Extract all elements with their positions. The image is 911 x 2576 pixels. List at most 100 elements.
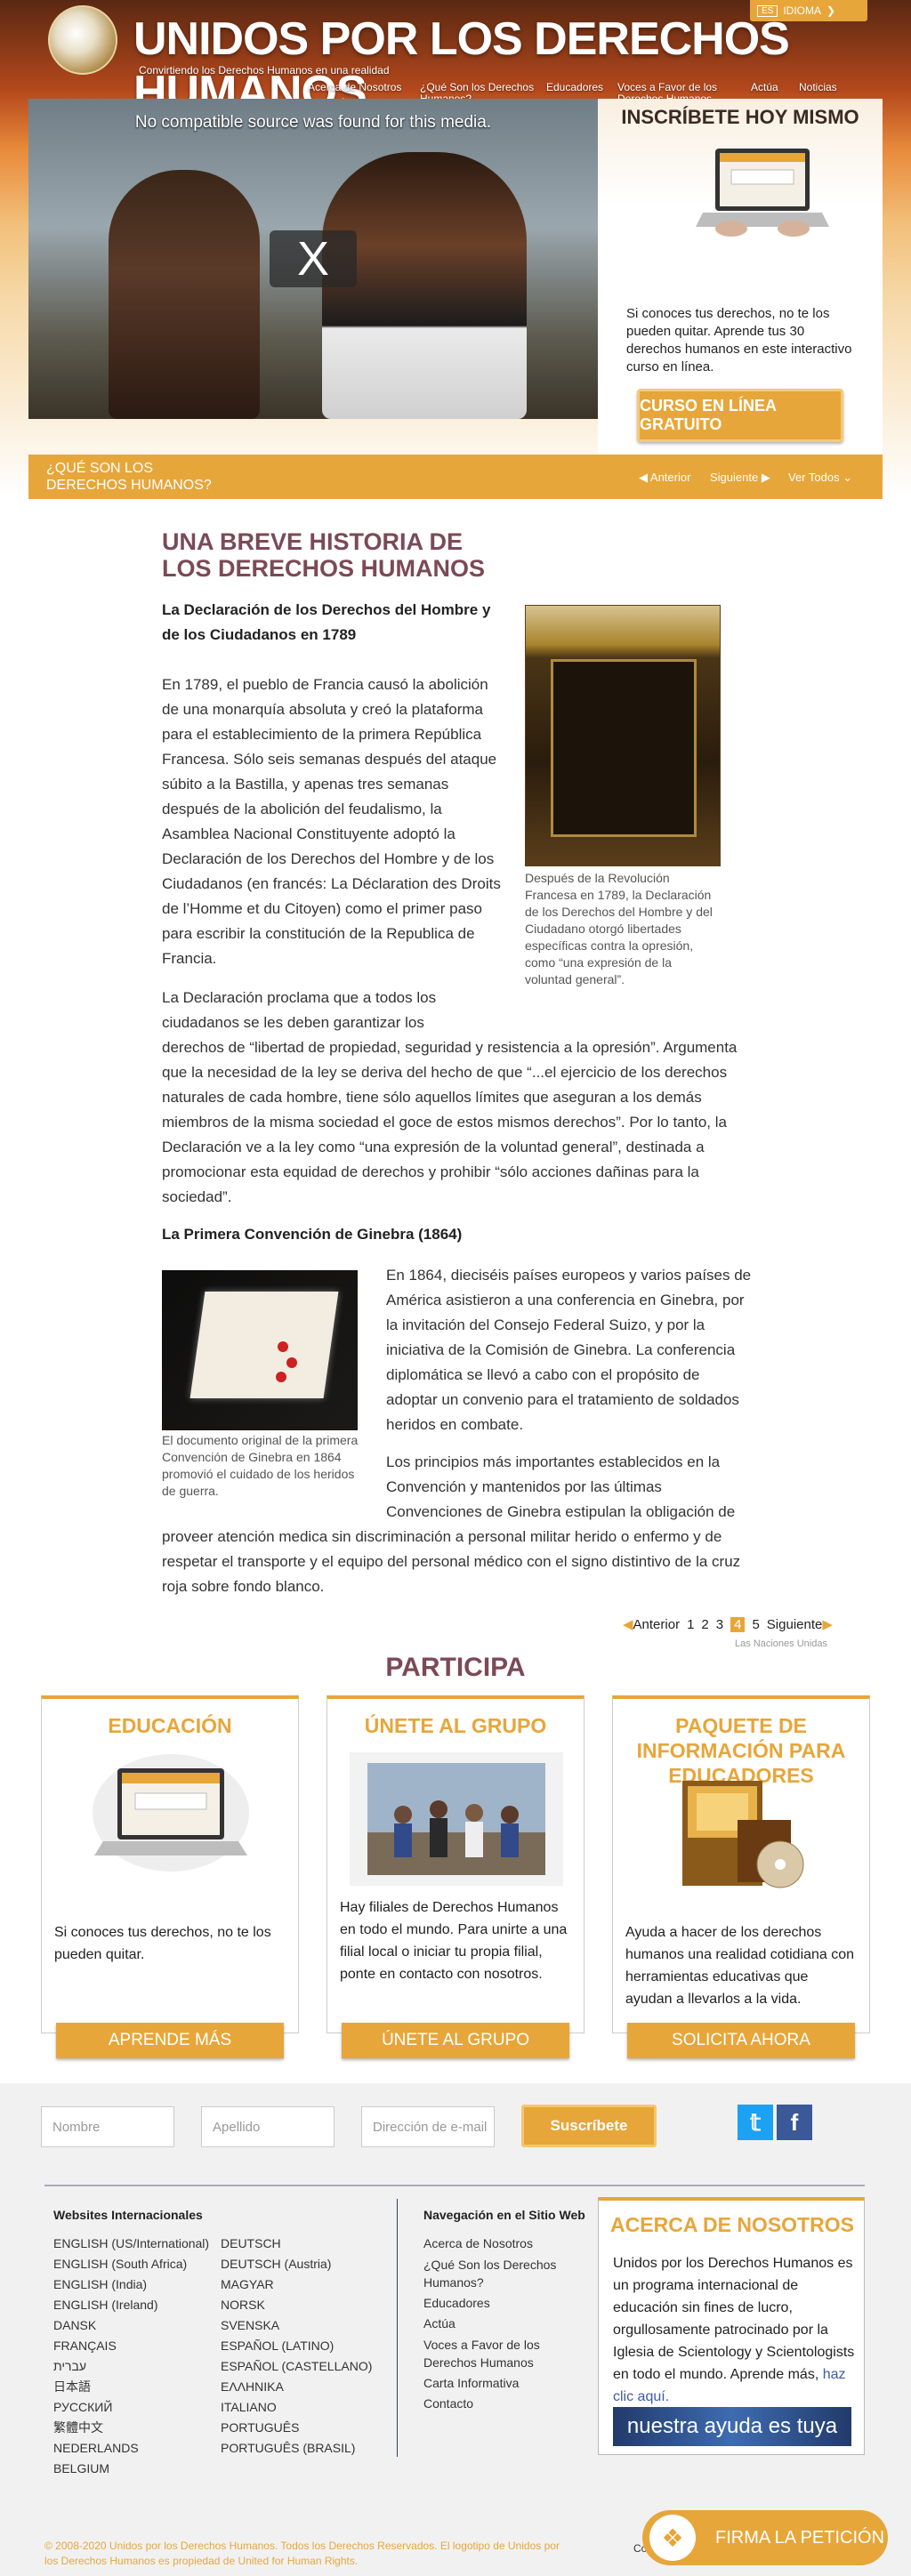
about-box: ACERCA DE NOSOTROS Unidos por los Derech…: [598, 2197, 865, 2455]
article-paragraph-2b: derechos de “libertad de propiedad, segu…: [162, 1039, 738, 1205]
section-next-link[interactable]: Siguiente ▶: [710, 471, 770, 485]
intl-link[interactable]: ITALIANO: [221, 2397, 390, 2418]
twitter-icon[interactable]: 𝕥: [738, 2105, 773, 2140]
intl-link[interactable]: DEUTSCH: [221, 2234, 390, 2254]
section-prev-label: Anterior: [649, 471, 691, 484]
signup-text: Si conoces tus derechos, no te los puede…: [626, 306, 852, 374]
last-name-input[interactable]: Apellido: [201, 2106, 335, 2147]
intl-link[interactable]: ESPAÑOL (CASTELLANO): [221, 2356, 390, 2377]
language-label: IDIOMA: [783, 4, 822, 17]
dove-icon: ❖: [649, 2515, 696, 2561]
site-nav-links: Acerca de Nosotros ¿Qué Son los Derechos…: [423, 2234, 575, 2414]
footer-nav-link[interactable]: Carta Informativa: [423, 2373, 575, 2394]
intl-link[interactable]: DEUTSCH (Austria): [221, 2254, 390, 2274]
footer-nav-link[interactable]: Actúa: [423, 2314, 575, 2334]
intl-link[interactable]: PORTUGUÊS: [221, 2418, 390, 2438]
page-link-2[interactable]: 2: [701, 1617, 708, 1632]
video-close-button[interactable]: X: [270, 230, 357, 287]
section-label[interactable]: ¿QUÉ SON LOS DERECHOS HUMANOS?: [46, 460, 224, 494]
pagination-next-label: Siguiente: [766, 1617, 823, 1632]
join-group-button[interactable]: ÚNETE AL GRUPO: [342, 2023, 569, 2058]
page-link-1[interactable]: 1: [687, 1617, 694, 1632]
video-error-message: No compatible source was found for this …: [134, 113, 492, 132]
intl-link[interactable]: עברית: [53, 2356, 222, 2377]
section-view-all-link[interactable]: Ver Todos ⌄: [788, 471, 852, 485]
intl-sites-heading: Websites Internacionales: [53, 2208, 203, 2222]
intl-link[interactable]: ENGLISH (US/International): [53, 2234, 222, 2254]
intl-link[interactable]: 日本語: [53, 2377, 222, 2397]
intl-link[interactable]: ENGLISH (South Africa): [53, 2254, 222, 2274]
educator-package-image: [682, 1781, 804, 1888]
first-name-input[interactable]: Nombre: [41, 2106, 174, 2147]
intl-link[interactable]: РУССКИЙ: [53, 2397, 222, 2418]
pagination-prev-label: Anterior: [633, 1617, 681, 1632]
intl-link[interactable]: 繁體中文: [53, 2418, 222, 2438]
participa-heading: PARTICIPA: [385, 1653, 526, 1682]
language-selector[interactable]: ES IDIOMA ❯: [750, 0, 867, 21]
about-title: ACERCA DE NOSOTROS: [610, 2213, 854, 2236]
help-banner[interactable]: nuestra ayuda es tuya: [613, 2407, 851, 2446]
intl-link[interactable]: ESPAÑOL (LATINO): [221, 2336, 390, 2356]
intl-sites-column-2: DEUTSCH DEUTSCH (Austria) MAGYAR NORSK S…: [221, 2234, 390, 2459]
pagination: ◀Anterior 1 2 3 4 5 Siguiente▶: [623, 1616, 833, 1632]
section-prev-link[interactable]: ◀ Anterior: [639, 471, 690, 485]
page-current[interactable]: 4: [730, 1616, 746, 1632]
signup-panel: INSCRÍBETE HOY MISMO Si conoces tus dere…: [598, 99, 883, 455]
learn-more-button[interactable]: APRENDE MÁS: [56, 2023, 284, 2058]
footer-nav-link[interactable]: Voces a Favor de los Derechos Humanos: [423, 2336, 575, 2371]
page: UNIDOS POR LOS DERECHOS HUMANOS Convirti…: [0, 0, 911, 2576]
card-education-title: EDUCACIÓN: [108, 1714, 232, 1737]
about-body: Unidos por los Derechos Humanos es un pr…: [613, 2256, 855, 2382]
article-paragraph-4b: proveer atención medica sin discriminaci…: [162, 1528, 741, 1595]
globe-logo[interactable]: [48, 5, 117, 75]
subscribe-button[interactable]: Suscríbete: [521, 2105, 657, 2147]
intl-link[interactable]: BELGIUM: [53, 2459, 222, 2479]
card-join-title: ÚNETE AL GRUPO: [364, 1714, 547, 1737]
intl-link[interactable]: ENGLISH (India): [53, 2274, 222, 2295]
footer-nav-link[interactable]: Acerca de Nosotros: [423, 2234, 575, 2254]
request-now-button[interactable]: SOLICITA AHORA: [627, 2023, 855, 2058]
facebook-icon[interactable]: f: [777, 2105, 812, 2140]
declaration-caption: Después de la Revolución Francesa en 178…: [525, 871, 713, 986]
free-online-course-button[interactable]: CURSO EN LÍNEA GRATUITO: [637, 389, 843, 442]
pagination-prev[interactable]: ◀Anterior: [623, 1616, 680, 1632]
site-nav-heading: Navegación en el Sitio Web: [423, 2208, 585, 2222]
intl-link[interactable]: MAGYAR: [221, 2274, 390, 2295]
pagination-next[interactable]: Siguiente▶: [767, 1616, 833, 1632]
email-input[interactable]: Dirección de e-mail: [361, 2106, 495, 2147]
nav-news[interactable]: Noticias: [799, 82, 837, 93]
intl-link[interactable]: ENGLISH (Ireland): [53, 2295, 222, 2315]
footer-nav-link[interactable]: Contacto: [423, 2394, 575, 2414]
nav-act[interactable]: Actúa: [751, 82, 778, 93]
intl-link[interactable]: PORTUGUÊS (BRASIL): [221, 2438, 390, 2459]
footer-nav-link[interactable]: Educadores: [423, 2293, 575, 2314]
card-join-text: Hay filiales de Derechos Humanos en todo…: [340, 1900, 568, 1982]
triangle-right-icon: ▶: [822, 1617, 833, 1632]
video-player[interactable]: No compatible source was found for this …: [28, 99, 598, 419]
triangle-right-icon: ▶: [761, 471, 770, 484]
card-education: EDUCACIÓN Si conoces tus derechos, no te…: [41, 1695, 299, 2033]
article-paragraph-4a: Los principios más importantes estableci…: [386, 1453, 736, 1520]
nav-educators[interactable]: Educadores: [546, 82, 603, 93]
intl-link[interactable]: ΕΛΛΗΝΙΚΑ: [221, 2377, 390, 2397]
intl-link[interactable]: DANSK: [53, 2315, 222, 2336]
card-join-group: ÚNETE AL GRUPO Hay filiales de Derechos …: [327, 1695, 584, 2033]
about-text: Unidos por los Derechos Humanos es un pr…: [613, 2252, 855, 2408]
section-bar: ¿QUÉ SON LOS DERECHOS HUMANOS? ◀ Anterio…: [28, 455, 883, 499]
footer-nav-link[interactable]: ¿Qué Son los Derechos Humanos?: [423, 2256, 575, 2291]
declaration-image[interactable]: [525, 605, 721, 866]
page-link-3[interactable]: 3: [716, 1617, 723, 1632]
intl-link[interactable]: FRANÇAIS: [53, 2336, 222, 2356]
intl-link[interactable]: NORSK: [221, 2295, 390, 2315]
geneva-document-image[interactable]: [162, 1270, 358, 1430]
article-paragraph-3: En 1864, dieciséis países europeos y var…: [386, 1267, 752, 1433]
article-paragraph-2a: La Declaración proclama que a todos los …: [162, 989, 437, 1031]
intl-link[interactable]: NEDERLANDS: [53, 2438, 222, 2459]
card-package-text: Ayuda a hacer de los derechos humanos un…: [625, 1925, 855, 2007]
geneva-caption: El documento original de la primera Conv…: [162, 1433, 359, 1498]
intl-link[interactable]: SVENSKA: [221, 2315, 390, 2336]
page-link-5[interactable]: 5: [752, 1617, 759, 1632]
laptop-image: [696, 149, 829, 237]
nav-about[interactable]: Acerca de Nosotros: [308, 82, 401, 93]
section-view-all-label: Ver Todos: [788, 471, 840, 484]
